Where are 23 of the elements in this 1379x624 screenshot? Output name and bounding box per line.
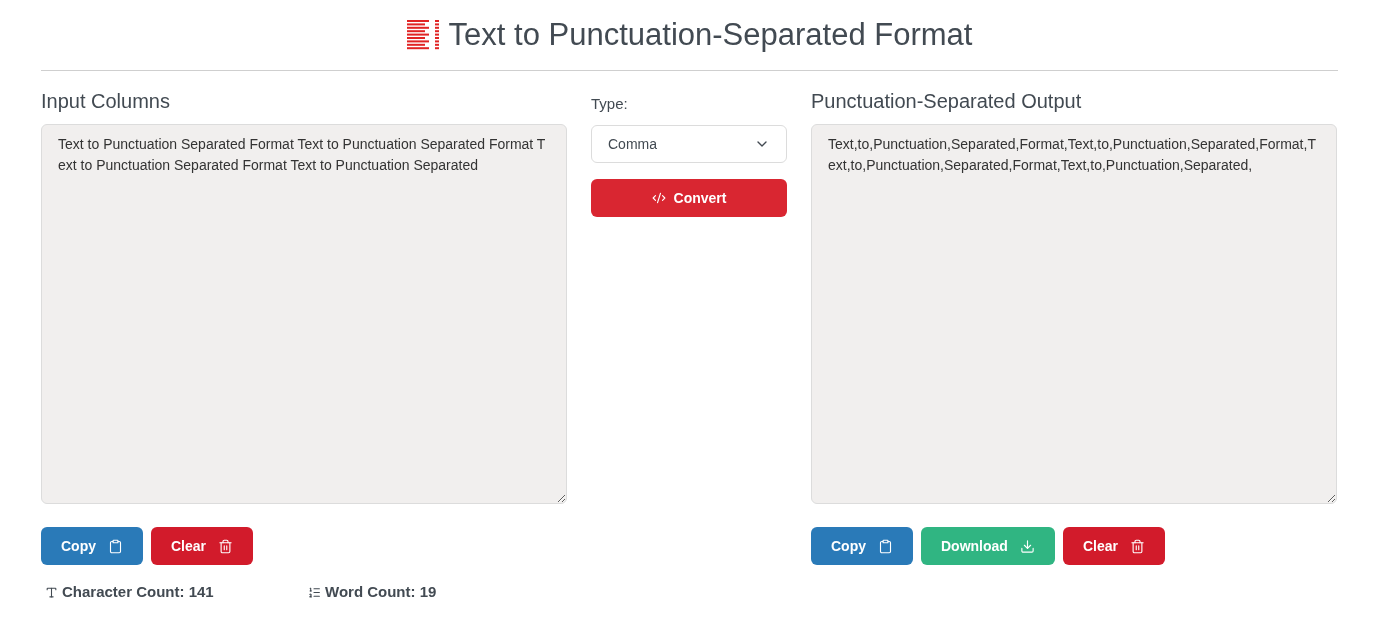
output-heading: Punctuation-Separated Output bbox=[811, 89, 1083, 114]
clear-button[interactable]: Clear bbox=[151, 527, 254, 565]
type-label: Type: bbox=[591, 94, 629, 114]
list-icon bbox=[308, 585, 321, 599]
type-select[interactable]: Comma bbox=[591, 124, 787, 163]
copy-button[interactable]: Copy bbox=[41, 527, 143, 565]
count-label: Word Count: 19 bbox=[325, 582, 437, 602]
clipboard-icon bbox=[108, 538, 123, 554]
clear-button[interactable]: Clear bbox=[1062, 527, 1165, 565]
page-title: Text to Punctuation-Separated Format bbox=[448, 15, 973, 54]
download-icon bbox=[1019, 538, 1035, 554]
count-label: Character Count: 141 bbox=[62, 582, 214, 602]
trash-icon bbox=[218, 538, 234, 554]
input-heading: Input Columns bbox=[41, 89, 171, 114]
output-textarea[interactable]: Text,to,Punctuation,Separated,Format,Text,to,Punctuation,Separated,Format,Text,to,Punctuation,Separated,Format,Text,to,Punctuation,Separated, bbox=[811, 124, 1337, 504]
code-icon bbox=[651, 190, 666, 205]
clipboard-icon bbox=[878, 538, 893, 554]
copy-button[interactable]: Copy bbox=[811, 527, 913, 565]
lines-icon bbox=[406, 20, 441, 50]
input-textarea[interactable]: Text to Punctuation Separated Format Text to Punctuation Separated Format Text to Punctuation Separated Format Text to Punctuation Separated bbox=[41, 124, 567, 504]
trash-icon bbox=[1129, 538, 1145, 554]
convert-button[interactable]: Convert bbox=[591, 178, 787, 217]
text-icon bbox=[45, 585, 58, 599]
